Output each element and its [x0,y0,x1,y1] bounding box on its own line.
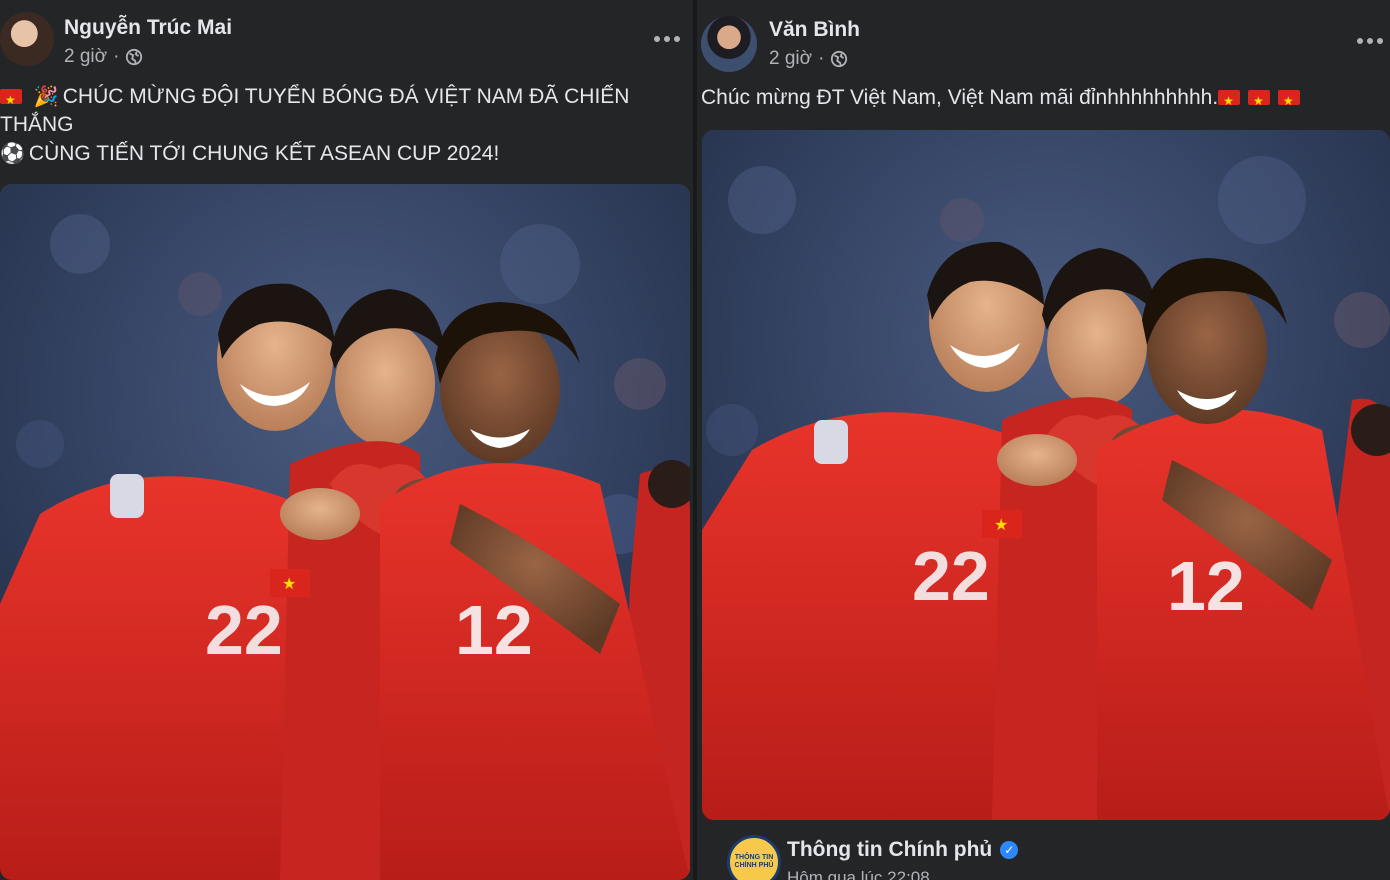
vietnam-flag-emoji [1277,87,1300,115]
jersey-number-right: 12 [455,591,533,669]
post-photo[interactable]: 22 12 ★ [0,184,690,880]
svg-text:★: ★ [994,515,1008,534]
svg-text:★: ★ [282,574,296,593]
jersey-number-right: 12 [1167,547,1245,625]
players-celebration-image: 22 12 ★ [702,130,1390,820]
globe-icon[interactable] [830,50,848,68]
verified-badge-icon: ✓ [1000,841,1019,859]
vietnam-flag-emoji [1248,87,1270,115]
shared-page-name[interactable]: Thông tin Chính phủ ✓ [787,838,1019,862]
post-meta: 2 giờ · [769,48,848,70]
meta-separator: · [113,46,120,67]
post-caption: 🎉CHÚC MỪNG ĐỘI TUYỂN BÓNG ĐÁ VIỆT NAM ĐÃ… [0,82,629,168]
page-logo[interactable]: THÔNG TIN CHÍNH PHỦ [727,835,781,880]
vietnam-flag-emoji [0,86,22,114]
globe-icon[interactable] [125,48,143,66]
more-options-icon[interactable] [1357,35,1385,47]
post-time[interactable]: 2 giờ [64,46,107,68]
post-nguyen-truc-mai: Nguyễn Trúc Mai 2 giờ · 🎉CHÚC MỪNG ĐỘI T… [0,0,693,880]
post-photo[interactable]: 22 12 ★ [702,130,1390,820]
caption-line-3: CÙNG TIẾN TỚI CHUNG KẾT ASEAN CUP 2024! [28,142,500,165]
post-time[interactable]: 2 giờ [769,48,812,70]
jersey-number-left: 22 [205,591,283,669]
jersey-number-left: 22 [912,537,990,615]
players-celebration-image: 22 12 ★ [0,184,690,880]
post-van-binh: Văn Bình 2 giờ · Chúc mừng ĐT Việt Nam, … [697,0,1390,880]
caption-line-1: CHÚC MỪNG ĐỘI TUYỂN BÓNG ĐÁ VIỆT NAM ĐÃ … [62,85,630,108]
soccer-ball-emoji: ⚽ [0,141,25,165]
party-popper-emoji: 🎉 [33,84,59,108]
more-options-icon[interactable] [654,33,682,45]
shared-post-header[interactable]: THÔNG TIN CHÍNH PHỦ Thông tin Chính phủ … [702,820,1390,880]
shared-post-time[interactable]: Hôm qua lúc 22:08 [787,868,930,880]
vietnam-flag-emoji [1218,87,1241,115]
author-name[interactable]: Nguyễn Trúc Mai [64,16,232,40]
author-avatar[interactable] [701,16,757,72]
caption-text: Chúc mừng ĐT Việt Nam, Việt Nam mãi đỉnh… [701,86,1219,109]
author-name[interactable]: Văn Bình [769,18,860,42]
caption-line-2: THẮNG [0,113,74,136]
post-meta: 2 giờ · [64,46,143,68]
post-caption: Chúc mừng ĐT Việt Nam, Việt Nam mãi đỉnh… [701,84,1302,115]
meta-separator: · [818,48,825,69]
author-avatar[interactable] [0,12,54,66]
